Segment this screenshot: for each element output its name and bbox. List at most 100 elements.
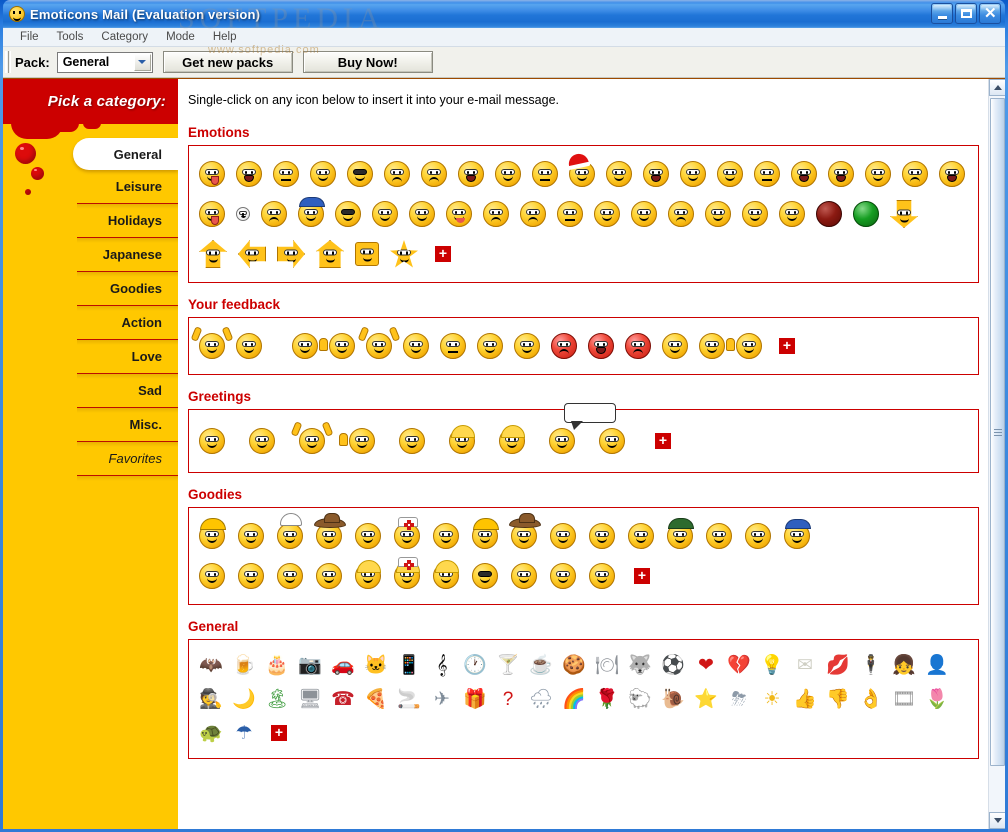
birthday-cake-icon[interactable]: 🎂 (265, 653, 289, 677)
hands-up-smiley[interactable] (366, 333, 392, 359)
chef-smiley[interactable] (277, 513, 303, 549)
green-ball[interactable] (853, 201, 879, 227)
menu-item-tools[interactable]: Tools (48, 28, 93, 47)
blonde-boy-smiley[interactable] (499, 425, 525, 454)
airplane-icon[interactable]: ✈ (430, 687, 454, 711)
girl-icon[interactable]: 👧 (892, 653, 916, 677)
arrow-down-smiley[interactable] (890, 200, 918, 228)
add-emoticon-button[interactable]: + (271, 725, 287, 741)
dog-icon[interactable]: 🐺 (628, 653, 652, 677)
sidebar-item-favorites[interactable]: Favorites (77, 442, 178, 481)
girl-worker-smiley[interactable] (355, 560, 381, 589)
carpenter-smiley[interactable] (589, 523, 615, 549)
shocked-smiley[interactable] (236, 161, 262, 187)
cutlery-icon[interactable]: 🍽 (595, 653, 619, 677)
plain-smiley[interactable] (594, 201, 620, 227)
broken-heart-icon[interactable]: 💔 (727, 653, 751, 677)
neutral-smiley[interactable] (606, 161, 632, 187)
waiter-smiley[interactable] (277, 563, 303, 589)
toolbar-grip[interactable] (5, 51, 11, 73)
soccer-ball-icon[interactable]: ⚽ (661, 653, 685, 677)
question-mark-icon[interactable]: ? (496, 687, 520, 711)
pointing-smiley[interactable] (726, 333, 762, 359)
sidebar-item-sad[interactable]: Sad (77, 374, 178, 413)
sidebar-item-japanese[interactable]: Japanese (77, 238, 178, 277)
angry-smiley[interactable] (483, 201, 509, 227)
horse-rider-smiley[interactable] (355, 523, 381, 549)
thumbs-up-smiley[interactable] (319, 333, 355, 359)
music-note-icon[interactable]: 𝄞 (430, 653, 454, 677)
cool-sunglasses-smiley[interactable] (347, 161, 373, 187)
family-group-smiley[interactable] (433, 560, 459, 589)
open-arms-smiley[interactable] (299, 428, 325, 454)
envelope-icon[interactable]: ✉ (793, 653, 817, 677)
man-icon[interactable]: 🕴 (859, 653, 883, 677)
nurse-girl-smiley[interactable] (394, 557, 420, 589)
santa-smiley[interactable] (566, 152, 595, 187)
greeting-smiley[interactable] (599, 428, 625, 454)
scroll-up-button[interactable] (989, 79, 1005, 96)
fisherman-smiley[interactable] (509, 513, 541, 549)
sun-icon[interactable]: ☀ (760, 687, 784, 711)
square-smiley[interactable] (355, 242, 379, 266)
surprised-smiley[interactable] (828, 161, 854, 187)
maximize-button[interactable] (955, 3, 977, 24)
close-button[interactable]: ✕ (979, 3, 1001, 24)
rainbow-icon[interactable]: 🌈 (562, 687, 586, 711)
sidebar-item-misc[interactable]: Misc. (77, 408, 178, 447)
clock-icon[interactable]: 🕐 (463, 653, 487, 677)
add-emoticon-button[interactable]: + (435, 246, 451, 262)
magnifier-smiley[interactable] (372, 201, 398, 227)
yawning-smiley[interactable] (791, 161, 817, 187)
goggles-smiley[interactable] (335, 201, 361, 227)
blonde-girl-smiley[interactable] (449, 425, 475, 454)
moon-icon[interactable]: 🌙 (232, 687, 256, 711)
scrollbar-thumb[interactable] (990, 98, 1005, 766)
get-new-packs-button[interactable]: Get new packs (162, 51, 293, 73)
heart-balloon-smiley[interactable] (399, 428, 425, 454)
smiling-feedback[interactable] (236, 333, 262, 359)
pale-smiley[interactable] (865, 161, 891, 187)
construction-worker-smiley[interactable] (199, 518, 226, 549)
blushing-smiley[interactable] (409, 201, 435, 227)
speech-bubble-smiley[interactable] (549, 403, 616, 454)
rocker-smiley[interactable] (631, 201, 657, 227)
hooded-smiley[interactable] (298, 197, 325, 227)
palm-beach-icon[interactable]: 🏝 (265, 687, 289, 711)
sunglasses-goodie-smiley[interactable] (472, 563, 498, 589)
big-grin-smiley[interactable] (643, 161, 669, 187)
student-smiley[interactable] (745, 523, 771, 549)
storm-cloud-icon[interactable]: ⛈ (727, 687, 751, 711)
cigarette-icon[interactable]: 🚬 (397, 687, 421, 711)
astronomer-smiley[interactable] (589, 563, 615, 589)
camera-icon[interactable]: 📷 (298, 653, 322, 677)
coffee-cup-icon[interactable]: ☕ (529, 653, 553, 677)
big-laugh-smiley[interactable] (939, 161, 965, 187)
thumbs-up-icon[interactable]: 👍 (793, 687, 817, 711)
cheering-smiley[interactable] (199, 333, 225, 359)
thumbs-down-icon[interactable]: 👎 (826, 687, 850, 711)
arrow-left-smiley[interactable] (238, 240, 266, 268)
whistling-smiley[interactable] (310, 161, 336, 187)
menu-item-file[interactable]: File (11, 28, 48, 47)
umbrella-icon[interactable]: ☂ (232, 721, 256, 745)
star-smiley[interactable] (390, 240, 418, 268)
film-reel-icon[interactable]: 🎞 (892, 687, 916, 711)
sticking-tongue-smiley[interactable] (199, 201, 225, 227)
rain-cloud-icon[interactable]: 🌧 (529, 687, 553, 711)
snail-icon[interactable]: 🐌 (661, 687, 685, 711)
lips-icon[interactable]: 💋 (826, 653, 850, 677)
beer-icon[interactable]: 🍺 (232, 653, 256, 677)
content-smiley[interactable] (699, 333, 725, 359)
tongue-out-smiley[interactable] (199, 161, 225, 187)
mime-icon[interactable]: 🕵 (199, 687, 223, 711)
golfer-smiley[interactable] (550, 523, 576, 549)
calm-smiley[interactable] (662, 333, 688, 359)
menu-item-help[interactable]: Help (204, 28, 246, 47)
photographer-smiley[interactable] (511, 563, 537, 589)
pleased-smiley[interactable] (403, 333, 429, 359)
buy-now-button[interactable]: Buy Now! (302, 51, 433, 73)
grin-smiley[interactable] (532, 161, 558, 187)
furious-red-smiley[interactable] (588, 333, 614, 359)
cat-icon[interactable]: 🐱 (364, 653, 388, 677)
